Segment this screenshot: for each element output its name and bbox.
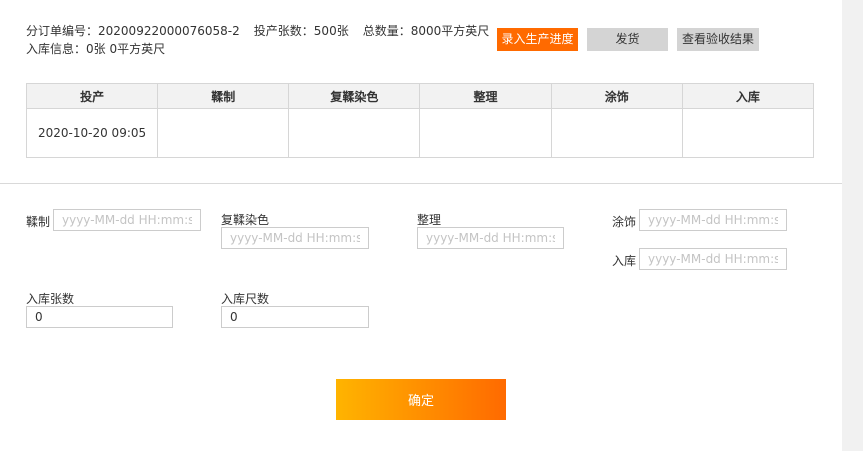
record-progress-button[interactable]: 录入生产进度 — [497, 28, 578, 51]
finishing-label: 整理 — [417, 213, 442, 227]
total-quantity: 总数量：8000平方英尺 — [363, 24, 490, 38]
header-production: 投产 — [25, 83, 159, 109]
production-sheets: 投产张数：500张 — [254, 24, 349, 38]
cell-storage-time — [681, 108, 815, 158]
storage-feet-input[interactable] — [221, 306, 369, 328]
view-inspection-button[interactable]: 查看验收结果 — [677, 28, 759, 51]
total-quantity-value: 8000平方英尺 — [410, 24, 490, 38]
cell-retanning-time — [288, 108, 421, 158]
cell-production-time: 2020-10-20 09:05 — [25, 108, 159, 158]
storage-feet-label: 入库尺数 — [221, 292, 270, 306]
storage-sheets-label: 入库张数 — [26, 292, 75, 306]
order-info: 分订单编号：20200922000076058-2 投产张数：500张 总数量：80… — [26, 22, 503, 58]
finishing-date-input[interactable] — [417, 227, 564, 249]
retanning-label: 复鞣染色 — [221, 213, 270, 227]
order-number-value: 20200922000076058-2 — [98, 24, 240, 38]
production-sheets-value: 500张 — [313, 24, 349, 38]
header-finishing: 整理 — [419, 83, 552, 109]
order-number: 分订单编号：20200922000076058-2 — [26, 24, 240, 38]
confirm-button[interactable]: 确定 — [336, 379, 506, 420]
tanning-label: 鞣制 — [26, 215, 51, 229]
storage-info-label: 入库信息： — [26, 42, 87, 56]
header-retanning: 复鞣染色 — [288, 83, 421, 109]
header-coating: 涂饰 — [550, 83, 683, 109]
header-tanning: 鞣制 — [157, 83, 290, 109]
order-summary-line: 分订单编号：20200922000076058-2 投产张数：500张 总数量：80… — [26, 22, 503, 40]
tanning-date-input[interactable] — [53, 209, 201, 231]
cell-tanning-time — [157, 108, 290, 158]
coating-date-input[interactable] — [639, 209, 787, 231]
order-number-label: 分订单编号： — [26, 24, 99, 38]
storage-date-input[interactable] — [639, 248, 787, 270]
header-storage: 入库 — [681, 83, 815, 109]
total-quantity-label: 总数量： — [362, 24, 411, 38]
table-header-row: 投产 鞣制 复鞣染色 整理 涂饰 入库 — [25, 83, 815, 109]
production-sheets-label: 投产张数： — [253, 24, 314, 38]
page-scrollbar[interactable] — [842, 0, 863, 451]
storage-info-value: 0张 0平方英尺 — [86, 42, 166, 56]
cell-finishing-time — [419, 108, 552, 158]
section-divider — [0, 183, 842, 184]
retanning-date-input[interactable] — [221, 227, 369, 249]
cell-coating-time — [550, 108, 683, 158]
ship-button[interactable]: 发货 — [587, 28, 668, 51]
storage-sheets-input[interactable] — [26, 306, 173, 328]
storage-label: 入库 — [612, 254, 637, 268]
production-progress-table: 投产 鞣制 复鞣染色 整理 涂饰 入库 2020-10-20 09:05 — [25, 83, 815, 158]
coating-label: 涂饰 — [612, 215, 637, 229]
storage-info-line: 入库信息：0张 0平方英尺 — [26, 40, 503, 58]
table-row: 2020-10-20 09:05 — [25, 108, 815, 158]
